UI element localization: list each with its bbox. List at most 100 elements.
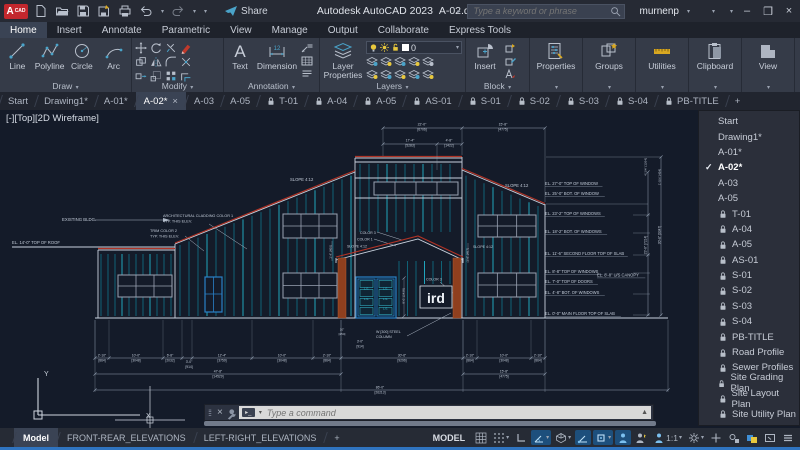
modify-panel-label[interactable]: Modify ▾ bbox=[132, 81, 223, 92]
open-file-icon[interactable] bbox=[55, 4, 69, 18]
autocad-logo[interactable]: A CAD bbox=[4, 3, 28, 19]
command-recent-caret-icon[interactable]: ▾ bbox=[259, 409, 262, 416]
file-tab-a-05[interactable]: A-05 bbox=[355, 92, 404, 110]
ribbon-tab-view[interactable]: View bbox=[220, 22, 262, 38]
file-tab-s-01[interactable]: S-01 bbox=[460, 92, 509, 110]
dropdown-item-site-layout-plan[interactable]: Site Layout Plan bbox=[699, 388, 799, 410]
arc-tool[interactable]: Arc bbox=[99, 40, 128, 80]
multiline-text-icon[interactable] bbox=[301, 68, 313, 80]
new-file-icon[interactable] bbox=[34, 4, 48, 18]
file-tab-a-05[interactable]: A-05 bbox=[222, 92, 258, 110]
command-grip-icon[interactable]: ⁞⁞ bbox=[205, 408, 214, 418]
layer-tool-icon[interactable] bbox=[394, 55, 406, 67]
polyline-tool[interactable]: Polyline bbox=[35, 40, 65, 80]
file-tab-a-01[interactable]: A-01* bbox=[96, 92, 136, 110]
dropdown-item-a-03[interactable]: A-03 bbox=[699, 176, 799, 191]
elevation-drawing[interactable]: EXISTING BLDG. EL. 14'-0" TOP OF ROOF ARCH… bbox=[0, 110, 800, 428]
layer-tool-icon[interactable] bbox=[422, 55, 434, 67]
block-panel-label[interactable]: Block ▾ bbox=[466, 81, 529, 92]
annotation-autoscale-toggle[interactable] bbox=[633, 430, 649, 445]
command-input-field[interactable]: ▸_ ▾ ▲ bbox=[238, 406, 651, 419]
copy-tool[interactable] bbox=[135, 56, 147, 68]
circle-tool[interactable]: Circle bbox=[68, 40, 97, 80]
username[interactable]: murnenp bbox=[639, 6, 678, 17]
annotation-panel-label[interactable]: Annotation ▾ bbox=[224, 81, 319, 92]
command-input[interactable] bbox=[264, 406, 639, 419]
dropdown-item-drawing1[interactable]: Drawing1* bbox=[699, 129, 799, 144]
mirror-tool[interactable] bbox=[150, 56, 162, 68]
maximize-button[interactable]: ❒ bbox=[761, 5, 775, 18]
file-tab-a-02[interactable]: A-02* × bbox=[135, 92, 186, 110]
autodesk-app-caret-icon[interactable]: ▾ bbox=[712, 8, 715, 15]
create-block-icon[interactable] bbox=[504, 42, 516, 54]
line-tool[interactable]: Line bbox=[3, 40, 32, 80]
ribbon-tab-annotate[interactable]: Annotate bbox=[92, 22, 152, 38]
file-tab-s-03[interactable]: S-03 bbox=[558, 92, 607, 110]
fillet-tool[interactable] bbox=[165, 56, 177, 68]
erase-tool[interactable] bbox=[180, 42, 192, 54]
redo-icon[interactable] bbox=[171, 4, 185, 18]
command-close-icon[interactable]: × bbox=[214, 407, 226, 418]
leader-icon[interactable] bbox=[301, 42, 313, 54]
hardware-acceleration-toggle[interactable] bbox=[744, 430, 760, 445]
dropdown-item-a-02[interactable]: ✓ A-02* bbox=[699, 160, 799, 175]
layer-tool-icon[interactable] bbox=[394, 68, 406, 80]
layer-tool-icon[interactable] bbox=[380, 55, 392, 67]
layer-tool-icon[interactable] bbox=[422, 68, 434, 80]
dropdown-item-a-05[interactable]: A-05 bbox=[699, 191, 799, 206]
search-expand-icon[interactable]: ▸ bbox=[457, 8, 460, 15]
explode-tool[interactable] bbox=[180, 56, 192, 68]
clipboard-panel[interactable]: Clipboard ▾ bbox=[689, 38, 742, 92]
text-tool[interactable]: A Text bbox=[227, 40, 253, 80]
dimension-tool[interactable]: 12 Dimension bbox=[256, 40, 298, 80]
dropdown-item-a-01[interactable]: A-01* bbox=[699, 145, 799, 160]
isometric-drafting-toggle[interactable]: ▾ bbox=[553, 430, 573, 445]
command-prompt-icon[interactable]: ▸_ bbox=[241, 408, 255, 417]
layer-tool-icon[interactable] bbox=[366, 55, 378, 67]
search-input[interactable] bbox=[471, 5, 611, 17]
ribbon-tab-manage[interactable]: Manage bbox=[262, 22, 318, 38]
dropdown-item-s-03[interactable]: S-03 bbox=[699, 299, 799, 314]
new-drawing-tab-button[interactable]: + bbox=[727, 92, 749, 110]
polar-tracking-toggle[interactable]: ▾ bbox=[531, 430, 552, 445]
ribbon-tab-express-tools[interactable]: Express Tools bbox=[439, 22, 521, 38]
edit-block-icon[interactable] bbox=[504, 55, 516, 67]
insert-tool[interactable]: Insert bbox=[469, 40, 501, 80]
undo-icon[interactable] bbox=[139, 4, 153, 18]
plot-icon[interactable] bbox=[118, 4, 132, 18]
search-icon[interactable] bbox=[610, 6, 621, 17]
dropdown-item-s-04[interactable]: S-04 bbox=[699, 314, 799, 329]
close-tab-icon[interactable]: × bbox=[172, 96, 178, 107]
dropdown-item-start[interactable]: Start bbox=[699, 114, 799, 129]
ribbon-tab-parametric[interactable]: Parametric bbox=[152, 22, 220, 38]
dropdown-item-pb-title[interactable]: PB-TITLE bbox=[699, 329, 799, 344]
new-layout-button[interactable]: + bbox=[325, 428, 348, 447]
undo-caret-icon[interactable]: ▾ bbox=[161, 8, 164, 15]
properties-panel[interactable]: Properties ▾ bbox=[530, 38, 583, 92]
layers-panel-label[interactable]: Layers ▾ bbox=[320, 81, 465, 92]
file-tab-t-01[interactable]: T-01 bbox=[258, 92, 306, 110]
file-tab-as-01[interactable]: AS-01 bbox=[404, 92, 459, 110]
ribbon-tab-home[interactable]: Home bbox=[0, 22, 47, 38]
dropdown-item-a-04[interactable]: A-04 bbox=[699, 222, 799, 237]
grid-display-toggle[interactable] bbox=[473, 430, 489, 445]
dropdown-item-t-01[interactable]: T-01 bbox=[699, 206, 799, 221]
groups-panel[interactable]: Groups ▾ bbox=[583, 38, 636, 92]
command-expand-icon[interactable]: ▲ bbox=[641, 409, 648, 416]
user-caret-icon[interactable]: ▾ bbox=[687, 8, 690, 15]
search-box[interactable] bbox=[467, 3, 626, 19]
dropdown-item-a-05[interactable]: A-05 bbox=[699, 237, 799, 252]
ribbon-tab-output[interactable]: Output bbox=[318, 22, 368, 38]
layer-tool-icon[interactable] bbox=[366, 68, 378, 80]
trim-tool[interactable] bbox=[165, 42, 177, 54]
layer-tool-icon[interactable] bbox=[408, 68, 420, 80]
customization-menu-toggle[interactable] bbox=[780, 430, 796, 445]
model-tab[interactable]: Model bbox=[14, 428, 58, 447]
save-as-icon[interactable] bbox=[97, 4, 111, 18]
clean-screen-toggle[interactable] bbox=[762, 430, 778, 445]
qat-customize-icon[interactable]: ▾ bbox=[204, 8, 207, 15]
layer-dropdown[interactable]: 0 ▾ bbox=[366, 41, 462, 54]
command-tools-icon[interactable] bbox=[226, 407, 237, 420]
customization-crosshair-toggle[interactable] bbox=[708, 430, 724, 445]
rotate-tool[interactable] bbox=[150, 42, 162, 54]
